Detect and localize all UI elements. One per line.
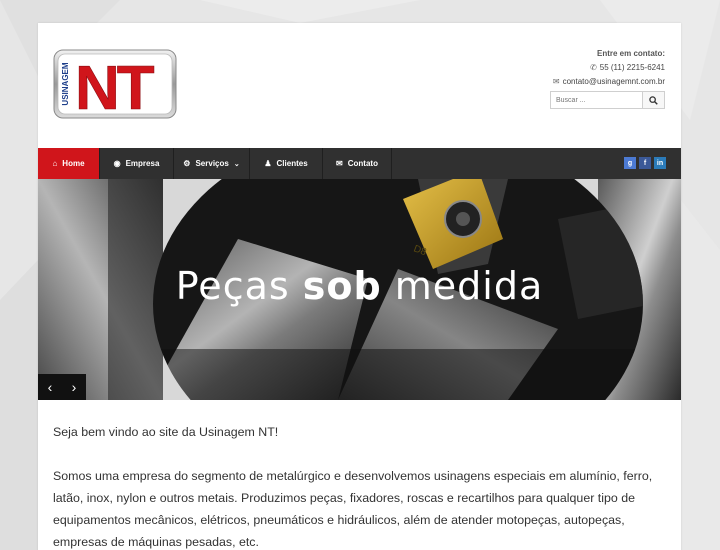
main-nav: ⌂ Home ◉ Empresa ⚙ Serviços ⌄ ♟ Clientes… bbox=[38, 148, 681, 179]
nav-clientes[interactable]: ♟ Clientes bbox=[250, 148, 323, 179]
welcome-text: Seja bem vindo ao site da Usinagem NT! bbox=[53, 425, 279, 439]
phone-number[interactable]: 55 (11) 2215-6241 bbox=[600, 63, 665, 72]
slider-controls: ‹ › bbox=[38, 374, 86, 400]
search-box bbox=[550, 91, 665, 109]
google-plus-icon[interactable]: g bbox=[624, 157, 636, 169]
nav-contato-label: Contato bbox=[347, 159, 378, 168]
hero-caption-bold: sob bbox=[302, 264, 382, 308]
search-button[interactable] bbox=[642, 92, 664, 108]
logo-text: NT bbox=[75, 54, 155, 119]
linkedin-icon[interactable]: in bbox=[654, 157, 666, 169]
nav-clientes-label: Clientes bbox=[276, 159, 308, 168]
gear-icon: ⚙ bbox=[183, 159, 191, 168]
social-links: g f in bbox=[624, 157, 666, 169]
slider-next-button[interactable]: › bbox=[62, 374, 86, 400]
globe-icon: ◉ bbox=[113, 159, 121, 168]
intro-text: Seja bem vindo ao site da Usinagem NT! S… bbox=[53, 421, 668, 550]
hero-caption-post: medida bbox=[381, 264, 544, 308]
envelope-icon: ✉ bbox=[336, 159, 343, 168]
phone-icon: ✆ bbox=[590, 63, 597, 72]
nav-home[interactable]: ⌂ Home bbox=[38, 148, 100, 179]
email-line[interactable]: ✉ contato@usinagemnt.com.br bbox=[553, 77, 665, 86]
email-address[interactable]: contato@usinagemnt.com.br bbox=[563, 77, 665, 86]
nav-contato[interactable]: ✉ Contato bbox=[323, 148, 392, 179]
company-logo[interactable]: USINAGEM NT bbox=[53, 49, 177, 119]
search-icon bbox=[649, 95, 658, 105]
user-icon: ♟ bbox=[264, 159, 272, 168]
hero-caption: Peças sob medida bbox=[38, 264, 681, 308]
chevron-down-icon: ⌄ bbox=[233, 160, 240, 168]
nav-empresa[interactable]: ◉ Empresa bbox=[100, 148, 174, 179]
home-icon: ⌂ bbox=[52, 159, 58, 168]
nav-servicos-label: Serviços bbox=[195, 159, 229, 168]
nav-empresa-label: Empresa bbox=[125, 159, 160, 168]
logo-subtext: USINAGEM bbox=[61, 62, 70, 105]
phone-line[interactable]: ✆ 55 (11) 2215-6241 bbox=[553, 63, 665, 72]
hero-slider: D8 Peças sob medida ‹ › bbox=[38, 179, 681, 400]
contact-title: Entre em contato: bbox=[596, 49, 665, 58]
nav-servicos[interactable]: ⚙ Serviços ⌄ bbox=[174, 148, 250, 179]
contact-block: Entre em contato: ✆ 55 (11) 2215-6241 ✉ co… bbox=[553, 49, 665, 91]
hero-caption-pre: Peças bbox=[175, 264, 303, 308]
search-input[interactable] bbox=[551, 92, 642, 108]
page-container: USINAGEM NT Entre em contato: ✆ 55 (11) 2… bbox=[38, 23, 681, 550]
about-paragraph: Somos uma empresa do segmento de metalúr… bbox=[53, 469, 653, 549]
slider-prev-button[interactable]: ‹ bbox=[38, 374, 62, 400]
facebook-icon[interactable]: f bbox=[639, 157, 651, 169]
nav-home-label: Home bbox=[62, 159, 85, 168]
envelope-icon: ✉ bbox=[552, 77, 560, 86]
